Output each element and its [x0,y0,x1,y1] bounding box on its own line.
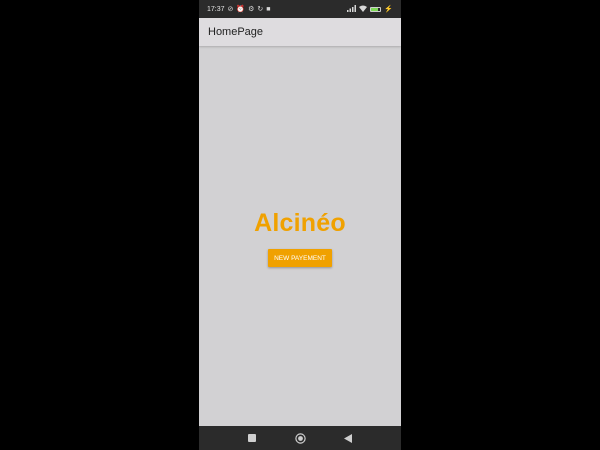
new-payment-button[interactable]: NEW PAYEMENT [268,249,332,267]
signal-icon [347,4,357,14]
brand-title: Alcinéo [254,209,346,237]
home-icon[interactable] [294,432,306,444]
charging-icon: ⚡ [384,5,393,13]
alarm-icon: ⏰ [236,5,246,13]
battery-level-fill [371,7,379,11]
battery-icon [370,6,382,12]
sync-icon: ↻ [257,5,264,13]
navigation-bar [199,426,401,450]
recents-icon[interactable] [246,432,258,444]
phone-screen: 17:37 ⊘ ⏰ ⚙ ↻ ■ ⚡ HomePage Alcinéo NEW P… [199,0,401,450]
status-bar-right: ⚡ [347,4,393,14]
page-title: HomePage [208,26,264,38]
back-icon[interactable] [342,432,354,444]
wifi-icon [359,5,368,14]
status-bar-left: 17:37 ⊘ ⏰ ⚙ ↻ ■ [207,6,271,13]
main-content: Alcinéo NEW PAYEMENT [199,46,401,426]
status-bar: 17:37 ⊘ ⏰ ⚙ ↻ ■ ⚡ [199,0,401,18]
settings-icon: ⚙ [248,5,255,13]
video-icon: ■ [266,5,271,13]
status-time: 17:37 [207,5,225,13]
do-not-disturb-icon: ⊘ [227,5,234,13]
app-bar: HomePage [199,18,401,46]
